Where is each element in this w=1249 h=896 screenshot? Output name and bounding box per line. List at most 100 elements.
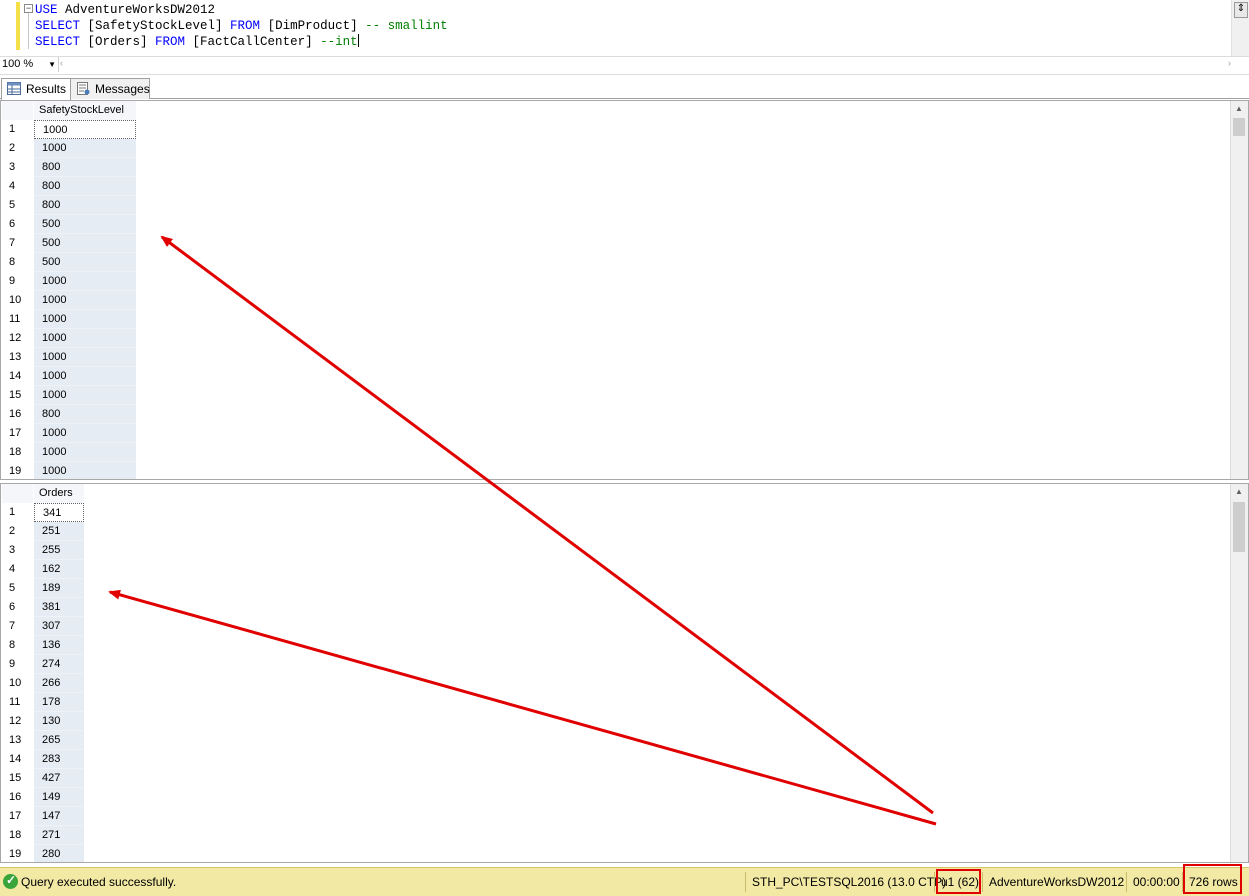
grid-cell[interactable]: 800 (34, 196, 136, 215)
grid-cell[interactable]: 1000 (34, 348, 136, 367)
grid-cell[interactable]: 427 (34, 769, 84, 788)
row-number[interactable]: 1 (2, 120, 32, 139)
column-header[interactable]: Orders (34, 484, 84, 503)
row-number[interactable]: 7 (2, 617, 32, 636)
collapse-icon[interactable]: − (24, 4, 33, 13)
editor-vertical-scrollbar[interactable]: ⇕ (1231, 0, 1249, 56)
grid-cell[interactable]: 800 (34, 177, 136, 196)
row-number[interactable]: 12 (2, 712, 32, 731)
grid-cell[interactable]: 307 (34, 617, 84, 636)
grid-cell[interactable]: 1000 (34, 462, 136, 479)
row-number[interactable]: 17 (2, 424, 32, 443)
grid-vertical-scrollbar[interactable]: ▲ (1230, 101, 1248, 479)
grid-cell[interactable]: 274 (34, 655, 84, 674)
grid-cell[interactable]: 1000 (34, 443, 136, 462)
grid-cell[interactable]: 381 (34, 598, 84, 617)
grid-cell[interactable]: 500 (34, 234, 136, 253)
row-number[interactable]: 18 (2, 826, 32, 845)
code-line-3[interactable]: SELECT [Orders] FROM [FactCallCenter] --… (35, 34, 359, 50)
row-number[interactable]: 4 (2, 560, 32, 579)
grid-cell[interactable]: 130 (34, 712, 84, 731)
grid-cell[interactable]: 280 (34, 845, 84, 862)
row-number[interactable]: 11 (2, 310, 32, 329)
grid-cell[interactable]: 147 (34, 807, 84, 826)
row-number[interactable]: 2 (2, 139, 32, 158)
tab-results[interactable]: Results (1, 78, 71, 100)
grid-cell[interactable]: 1000 (34, 291, 136, 310)
grid-cell[interactable]: 1000 (34, 329, 136, 348)
grid-cell[interactable]: 800 (34, 158, 136, 177)
results-grid-2[interactable]: Orders ▲ 1 341 2 251 3 255 4 162 5 189 6 381 7 307 8 13… (0, 483, 1249, 863)
row-number[interactable]: 14 (2, 367, 32, 386)
grid-cell[interactable]: 271 (34, 826, 84, 845)
scroll-up-icon[interactable]: ▲ (1235, 487, 1243, 496)
grid-cell[interactable]: 1000 (34, 424, 136, 443)
code-line-1[interactable]: USE AdventureWorksDW2012 (35, 2, 215, 18)
row-number[interactable]: 10 (2, 291, 32, 310)
row-number[interactable]: 9 (2, 272, 32, 291)
row-number[interactable]: 16 (2, 405, 32, 424)
grid-cell[interactable]: 1000 (34, 272, 136, 291)
row-number[interactable]: 6 (2, 215, 32, 234)
row-number[interactable]: 19 (2, 462, 32, 479)
row-number[interactable]: 15 (2, 769, 32, 788)
query-editor[interactable]: − USE AdventureWorksDW2012 SELECT [Safet… (0, 0, 1249, 56)
row-number[interactable]: 10 (2, 674, 32, 693)
row-number[interactable]: 1 (2, 503, 32, 522)
grid-cell[interactable]: 251 (34, 522, 84, 541)
grid-cell[interactable]: 800 (34, 405, 136, 424)
row-number[interactable]: 6 (2, 598, 32, 617)
scroll-left-icon[interactable]: ‹ (60, 58, 63, 68)
grid-cell[interactable]: 500 (34, 253, 136, 272)
editor-horizontal-scrollbar[interactable]: ‹ › (60, 58, 1231, 71)
code-text: [Orders] (80, 35, 156, 49)
column-header[interactable]: SafetyStockLevel (34, 101, 136, 120)
row-number[interactable]: 4 (2, 177, 32, 196)
grid-cell[interactable]: 255 (34, 541, 84, 560)
grid-cell[interactable]: 189 (34, 579, 84, 598)
tab-messages[interactable]: Messages (70, 78, 150, 99)
grid-cell[interactable]: 1000 (34, 367, 136, 386)
row-number[interactable]: 8 (2, 253, 32, 272)
grid-cell[interactable]: 149 (34, 788, 84, 807)
results-grid-1[interactable]: SafetyStockLevel ▲ 1 1000 2 1000 3 800 4 800 5 80… (0, 100, 1249, 480)
scroll-up-icon[interactable]: ▲ (1235, 104, 1243, 113)
row-number[interactable]: 2 (2, 522, 32, 541)
grid-cell[interactable]: 1000 (34, 120, 136, 139)
scroll-right-icon[interactable]: › (1228, 58, 1231, 68)
split-icon[interactable]: ⇕ (1234, 2, 1248, 18)
row-number[interactable]: 18 (2, 443, 32, 462)
row-number[interactable]: 9 (2, 655, 32, 674)
row-number[interactable]: 13 (2, 348, 32, 367)
grid-cell[interactable]: 136 (34, 636, 84, 655)
grid-cell[interactable]: 266 (34, 674, 84, 693)
grid-cell[interactable]: 500 (34, 215, 136, 234)
grid-cell[interactable]: 1000 (34, 386, 136, 405)
row-number[interactable]: 5 (2, 196, 32, 215)
scrollbar-thumb[interactable] (1233, 502, 1245, 552)
zoom-select[interactable]: 100 % ▼ (0, 57, 59, 72)
row-number[interactable]: 5 (2, 579, 32, 598)
grid-cell[interactable]: 283 (34, 750, 84, 769)
row-number[interactable]: 19 (2, 845, 32, 862)
grid-cell[interactable]: 1000 (34, 310, 136, 329)
row-number[interactable]: 3 (2, 541, 32, 560)
grid-vertical-scrollbar[interactable]: ▲ (1230, 484, 1248, 862)
grid-cell[interactable]: 178 (34, 693, 84, 712)
grid-cell[interactable]: 1000 (34, 139, 136, 158)
grid-cell[interactable]: 265 (34, 731, 84, 750)
row-number[interactable]: 13 (2, 731, 32, 750)
row-number[interactable]: 16 (2, 788, 32, 807)
row-number[interactable]: 3 (2, 158, 32, 177)
row-number[interactable]: 11 (2, 693, 32, 712)
row-number[interactable]: 7 (2, 234, 32, 253)
grid-cell[interactable]: 162 (34, 560, 84, 579)
row-number[interactable]: 12 (2, 329, 32, 348)
row-number[interactable]: 8 (2, 636, 32, 655)
row-number[interactable]: 17 (2, 807, 32, 826)
row-number[interactable]: 14 (2, 750, 32, 769)
row-number[interactable]: 15 (2, 386, 32, 405)
scrollbar-thumb[interactable] (1233, 118, 1245, 136)
grid-cell[interactable]: 341 (34, 503, 84, 522)
code-line-2[interactable]: SELECT [SafetyStockLevel] FROM [DimProdu… (35, 18, 448, 34)
